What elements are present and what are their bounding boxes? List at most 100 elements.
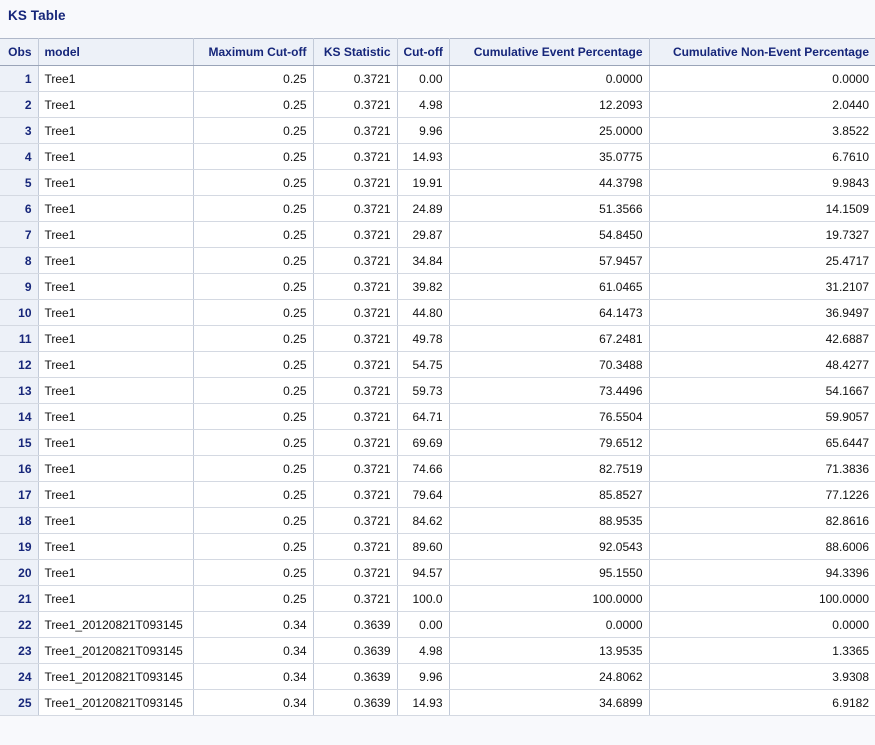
cell-cnep: 54.1667: [649, 377, 875, 404]
table-row[interactable]: 25 Tree1_20120821T093145 0.34 0.3639 14.93 34…: [0, 689, 875, 716]
cell-cut: 29.87: [397, 221, 450, 248]
cell-cep: 35.0775: [449, 143, 650, 170]
cell-ks: 0.3721: [313, 377, 398, 404]
row-observation-number: 11: [0, 325, 39, 352]
cell-cut: 54.75: [397, 351, 450, 378]
cell-cnep: 31.2107: [649, 273, 875, 300]
table-row[interactable]: 14 Tree1 0.25 0.3721 64.71 76.5504 59.9057: [0, 403, 875, 430]
row-observation-number: 3: [0, 117, 39, 144]
cell-model: Tree1: [38, 403, 194, 430]
table-row[interactable]: 6 Tree1 0.25 0.3721 24.89 51.3566 14.1509: [0, 195, 875, 222]
cell-ks: 0.3721: [313, 273, 398, 300]
cell-ks: 0.3721: [313, 325, 398, 352]
row-observation-number: 9: [0, 273, 39, 300]
column-header-cumulative-non-event-percentage[interactable]: Cumulative Non-Event Percentage: [649, 38, 875, 66]
cell-ks: 0.3721: [313, 429, 398, 456]
cell-cut: 79.64: [397, 481, 450, 508]
table-row[interactable]: 8 Tree1 0.25 0.3721 34.84 57.9457 25.4717: [0, 247, 875, 274]
cell-maxcut: 0.25: [193, 247, 314, 274]
table-row[interactable]: 18 Tree1 0.25 0.3721 84.62 88.9535 82.8616: [0, 507, 875, 534]
cell-cut: 94.57: [397, 559, 450, 586]
cell-model: Tree1: [38, 299, 194, 326]
cell-model: Tree1: [38, 221, 194, 248]
row-observation-number: 6: [0, 195, 39, 222]
cell-cep: 51.3566: [449, 195, 650, 222]
cell-cnep: 59.9057: [649, 403, 875, 430]
column-header-model[interactable]: model: [38, 38, 194, 66]
table-row[interactable]: 24 Tree1_20120821T093145 0.34 0.3639 9.96 24.…: [0, 663, 875, 690]
cell-ks: 0.3639: [313, 611, 398, 638]
table-row[interactable]: 9 Tree1 0.25 0.3721 39.82 61.0465 31.2107: [0, 273, 875, 300]
cell-ks: 0.3721: [313, 195, 398, 222]
table-row[interactable]: 2 Tree1 0.25 0.3721 4.98 12.2093 2.0440: [0, 91, 875, 118]
table-row[interactable]: 12 Tree1 0.25 0.3721 54.75 70.3488 48.4277: [0, 351, 875, 378]
cell-cut: 49.78: [397, 325, 450, 352]
cell-cut: 74.66: [397, 455, 450, 482]
table-row[interactable]: 16 Tree1 0.25 0.3721 74.66 82.7519 71.3836: [0, 455, 875, 482]
cell-cep: 70.3488: [449, 351, 650, 378]
cell-maxcut: 0.25: [193, 299, 314, 326]
table-row[interactable]: 4 Tree1 0.25 0.3721 14.93 35.0775 6.7610: [0, 143, 875, 170]
cell-cnep: 94.3396: [649, 559, 875, 586]
table-row[interactable]: 17 Tree1 0.25 0.3721 79.64 85.8527 77.1226: [0, 481, 875, 508]
cell-cep: 25.0000: [449, 117, 650, 144]
column-header-cut-off[interactable]: Cut-off: [397, 38, 450, 66]
column-header-maximum-cut-off[interactable]: Maximum Cut-off: [193, 38, 314, 66]
cell-cnep: 100.0000: [649, 585, 875, 612]
cell-cnep: 42.6887: [649, 325, 875, 352]
cell-model: Tree1_20120821T093145: [38, 689, 194, 716]
table-header: Obs model Maximum Cut-off KS Statistic C…: [0, 38, 875, 66]
cell-cut: 19.91: [397, 169, 450, 196]
row-observation-number: 17: [0, 481, 39, 508]
cell-ks: 0.3721: [313, 585, 398, 612]
cell-cep: 95.1550: [449, 559, 650, 586]
table-row[interactable]: 11 Tree1 0.25 0.3721 49.78 67.2481 42.6887: [0, 325, 875, 352]
cell-maxcut: 0.25: [193, 533, 314, 560]
cell-cep: 92.0543: [449, 533, 650, 560]
cell-ks: 0.3639: [313, 689, 398, 716]
row-observation-number: 13: [0, 377, 39, 404]
cell-cnep: 1.3365: [649, 637, 875, 664]
row-observation-number: 23: [0, 637, 39, 664]
cell-model: Tree1: [38, 533, 194, 560]
row-observation-number: 5: [0, 169, 39, 196]
cell-cnep: 0.0000: [649, 65, 875, 92]
table-row[interactable]: 1 Tree1 0.25 0.3721 0.00 0.0000 0.0000: [0, 65, 875, 92]
column-header-cumulative-event-percentage[interactable]: Cumulative Event Percentage: [449, 38, 650, 66]
table-row[interactable]: 3 Tree1 0.25 0.3721 9.96 25.0000 3.8522: [0, 117, 875, 144]
column-header-obs[interactable]: Obs: [0, 38, 39, 66]
cell-cnep: 0.0000: [649, 611, 875, 638]
table-row[interactable]: 19 Tree1 0.25 0.3721 89.60 92.0543 88.6006: [0, 533, 875, 560]
cell-maxcut: 0.25: [193, 481, 314, 508]
column-header-ks-statistic[interactable]: KS Statistic: [313, 38, 398, 66]
row-observation-number: 8: [0, 247, 39, 274]
cell-cut: 39.82: [397, 273, 450, 300]
cell-model: Tree1: [38, 273, 194, 300]
table-row[interactable]: 10 Tree1 0.25 0.3721 44.80 64.1473 36.9497: [0, 299, 875, 326]
table-row[interactable]: 20 Tree1 0.25 0.3721 94.57 95.1550 94.3396: [0, 559, 875, 586]
cell-cnep: 48.4277: [649, 351, 875, 378]
table-row[interactable]: 23 Tree1_20120821T093145 0.34 0.3639 4.98 13.…: [0, 637, 875, 664]
cell-cep: 44.3798: [449, 169, 650, 196]
table-row[interactable]: 21 Tree1 0.25 0.3721 100.0 100.0000 100.0000: [0, 585, 875, 612]
cell-cnep: 2.0440: [649, 91, 875, 118]
cell-model: Tree1: [38, 169, 194, 196]
cell-model: Tree1: [38, 65, 194, 92]
table-row[interactable]: 15 Tree1 0.25 0.3721 69.69 79.6512 65.6447: [0, 429, 875, 456]
cell-cut: 69.69: [397, 429, 450, 456]
cell-cut: 4.98: [397, 637, 450, 664]
table-row[interactable]: 5 Tree1 0.25 0.3721 19.91 44.3798 9.9843: [0, 169, 875, 196]
cell-ks: 0.3721: [313, 299, 398, 326]
cell-maxcut: 0.25: [193, 273, 314, 300]
cell-cnep: 6.7610: [649, 143, 875, 170]
cell-ks: 0.3721: [313, 143, 398, 170]
row-observation-number: 10: [0, 299, 39, 326]
cell-maxcut: 0.25: [193, 221, 314, 248]
cell-cut: 100.0: [397, 585, 450, 612]
table-row[interactable]: 13 Tree1 0.25 0.3721 59.73 73.4496 54.1667: [0, 377, 875, 404]
cell-cep: 13.9535: [449, 637, 650, 664]
table-row[interactable]: 22 Tree1_20120821T093145 0.34 0.3639 0.00 0.0…: [0, 611, 875, 638]
table-row[interactable]: 7 Tree1 0.25 0.3721 29.87 54.8450 19.7327: [0, 221, 875, 248]
cell-cut: 44.80: [397, 299, 450, 326]
cell-maxcut: 0.25: [193, 351, 314, 378]
